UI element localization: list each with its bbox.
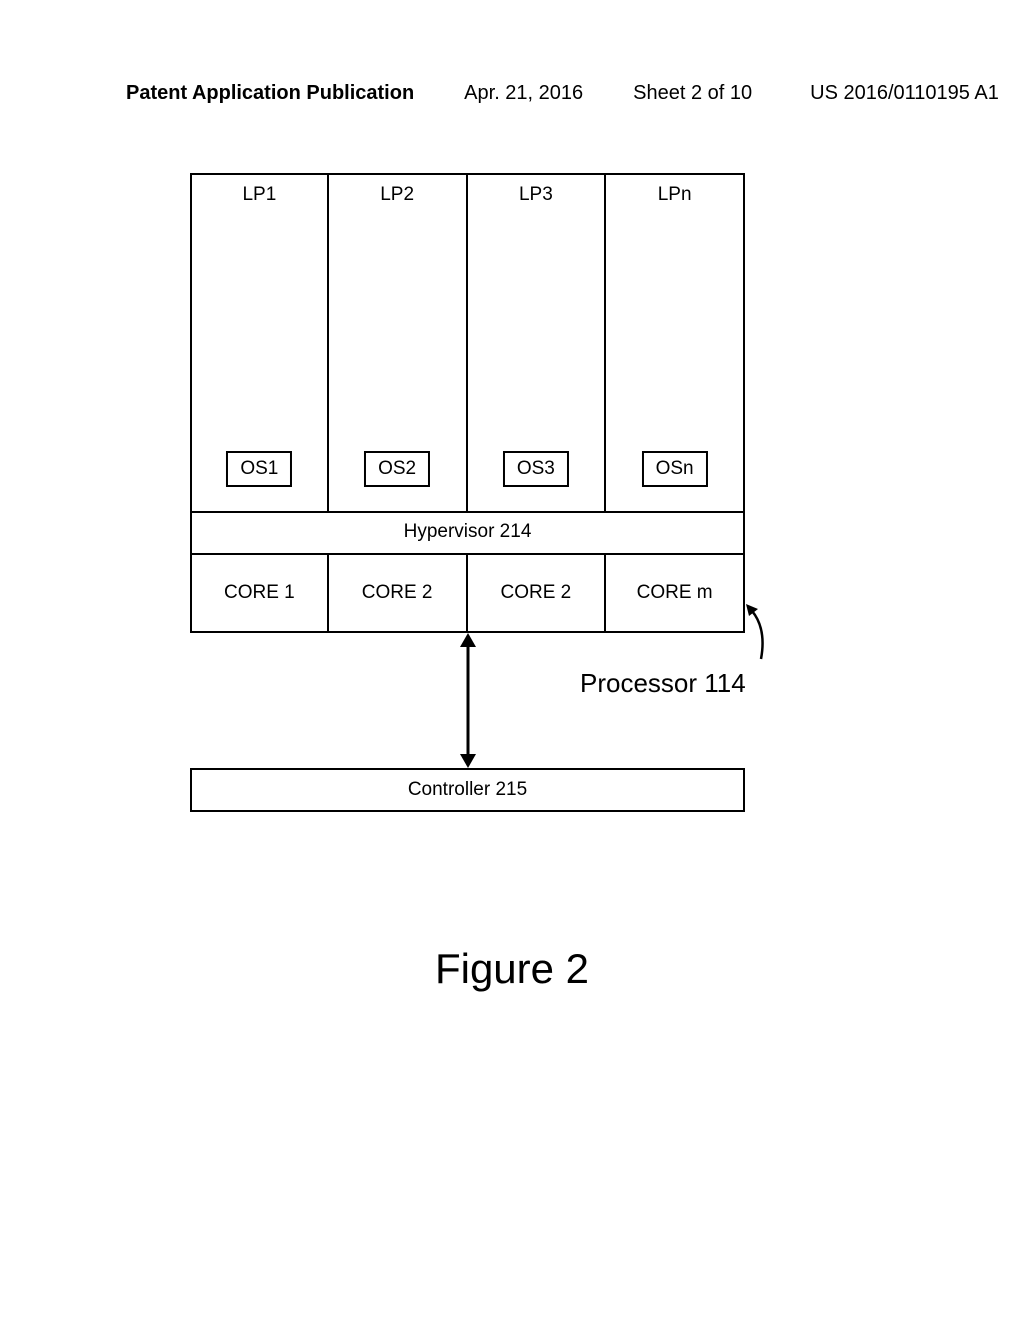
figure-caption: Figure 2 — [0, 945, 1024, 993]
publication-type: Patent Application Publication — [126, 82, 414, 105]
lp-cell-n: LPn OSn — [606, 173, 745, 513]
processor-lead-line-icon — [746, 604, 776, 664]
core-row: CORE 1 CORE 2 CORE 2 CORE m — [190, 555, 745, 633]
logical-partition-row: LP1 OS1 LP2 OS2 LP3 OS3 LPn OSn — [190, 173, 745, 513]
publication-date: Apr. 21, 2016 — [464, 82, 583, 105]
publication-number: US 2016/0110195 A1 — [810, 82, 999, 105]
core-cell-m: CORE m — [606, 555, 745, 633]
os-box-3: OS3 — [503, 451, 569, 487]
sheet-number: Sheet 2 of 10 — [633, 82, 752, 105]
lp-label-n: LPn — [606, 184, 743, 206]
bidirectional-arrow-icon — [455, 633, 481, 768]
os-box-2: OS2 — [364, 451, 430, 487]
controller-box: Controller 215 — [190, 768, 745, 812]
core-cell-1: CORE 1 — [190, 555, 329, 633]
lp-cell-3: LP3 OS3 — [468, 173, 607, 513]
lp-label-3: LP3 — [468, 184, 605, 206]
lp-label-2: LP2 — [329, 184, 466, 206]
architecture-diagram: LP1 OS1 LP2 OS2 LP3 OS3 LPn OSn Hypervis… — [190, 173, 745, 633]
lp-cell-1: LP1 OS1 — [190, 173, 329, 513]
page-header: Patent Application Publication Apr. 21, … — [0, 82, 1024, 105]
lp-cell-2: LP2 OS2 — [329, 173, 468, 513]
os-box-n: OSn — [642, 451, 708, 487]
hypervisor-box: Hypervisor 214 — [190, 513, 745, 555]
core-cell-2: CORE 2 — [329, 555, 468, 633]
lp-label-1: LP1 — [192, 184, 327, 206]
os-box-1: OS1 — [226, 451, 292, 487]
processor-label: Processor 114 — [580, 668, 746, 699]
core-cell-3: CORE 2 — [468, 555, 607, 633]
